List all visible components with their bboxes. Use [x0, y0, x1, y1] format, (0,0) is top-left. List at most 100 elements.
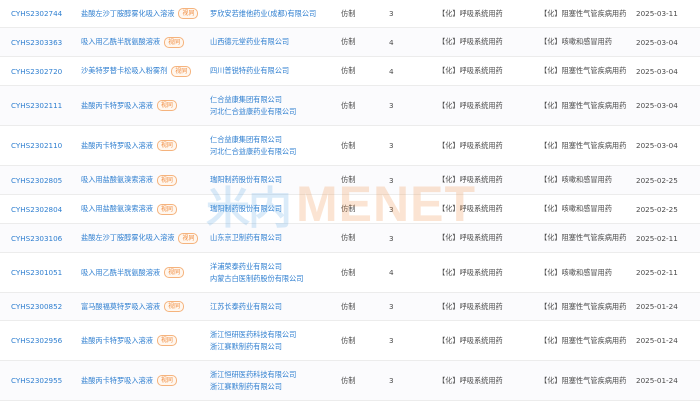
registration-class: 4: [389, 37, 394, 47]
drug-name-link[interactable]: 吸入用盐酸氨溴索溶液: [81, 175, 153, 185]
equivalent-badge: 视同: [156, 140, 177, 151]
drug-category: 【化】呼吸系统用药: [438, 66, 503, 75]
drug-name-link[interactable]: 吸入用乙酰半胱氨酸溶液: [81, 37, 160, 47]
application-type: 仿制: [341, 100, 356, 110]
table-row: CYHS2302805 吸入用盐酸氨溴索溶液 视同 瑞阳制药股份有限公司 仿制 3 【化】呼…: [0, 166, 700, 195]
drug-name-link[interactable]: 沙美特罗替卡松吸入粉雾剂: [81, 66, 167, 76]
company-cell: 瑞阳制药股份有限公司: [210, 166, 282, 194]
acceptance-code-link[interactable]: CYHS2300852: [11, 293, 62, 320]
registration-class: 3: [389, 302, 394, 311]
table-row: CYHS2302744 盐酸左沙丁胺醇雾化吸入溶液 视同 罗欣安若维他药业(成都)有限…: [0, 0, 700, 28]
registration-class: 3: [389, 101, 394, 110]
acceptance-code-link[interactable]: CYHS2302956: [11, 321, 62, 360]
equivalent-badge: 视同: [171, 65, 192, 77]
company-link[interactable]: 河北仁合益康药业有限公司: [210, 146, 296, 158]
company-link[interactable]: 内蒙古白医制药股份有限公司: [210, 273, 303, 285]
acceptance-code-link[interactable]: CYHS2302110: [11, 126, 62, 165]
company-link[interactable]: 浙江恒研医药科技有限公司: [210, 369, 296, 381]
acceptance-code-link[interactable]: CYHS2302805: [11, 166, 62, 194]
drug-name-link[interactable]: 盐酸丙卡特罗吸入溶液: [81, 376, 153, 386]
application-type: 仿制: [341, 66, 356, 75]
indication-category: 【化】咳嗽和感冒用药: [540, 267, 612, 277]
indication-category: 【化】阻塞性气管疾病用药: [540, 375, 627, 385]
approval-date: 2025-01-24: [636, 376, 678, 385]
registration-class: 3: [389, 9, 394, 18]
acceptance-code-link[interactable]: CYHS2301051: [11, 253, 62, 292]
acceptance-code-link[interactable]: CYHS2302804: [11, 195, 62, 223]
indication-category: 【化】阻塞性气管疾病用药: [540, 100, 627, 110]
company-cell: 仁合益康集团有限公司 河北仁合益康药业有限公司: [210, 126, 296, 165]
indication-category: 【化】咳嗽和感冒用药: [540, 37, 612, 46]
company-cell: 浙江恒研医药科技有限公司 浙江赛默制药有限公司: [210, 361, 296, 400]
registration-class: 3: [389, 376, 394, 385]
application-type: 仿制: [341, 375, 356, 385]
company-link[interactable]: 仁合益康集团有限公司: [210, 94, 282, 106]
table-row: CYHS2302955 盐酸丙卡特罗吸入溶液 视同 浙江恒研医药科技有限公司 浙江赛默制…: [0, 361, 700, 401]
drug-name-link[interactable]: 富马酸福莫特罗吸入溶液: [81, 302, 160, 312]
company-link[interactable]: 山东京卫制药有限公司: [210, 232, 282, 244]
registration-class: 4: [389, 66, 394, 76]
equivalent-badge: 视同: [156, 203, 177, 215]
company-link[interactable]: 瑞阳制药股份有限公司: [210, 203, 282, 215]
acceptance-code-link[interactable]: CYHS2302111: [11, 86, 62, 125]
company-cell: 浙江恒研医药科技有限公司 浙江赛默制药有限公司: [210, 321, 296, 360]
company-link[interactable]: 洋浦荣泰药业有限公司: [210, 261, 282, 273]
approval-date: 2025-03-04: [636, 141, 678, 150]
company-cell: 罗欣安若维他药业(成都)有限公司: [210, 0, 316, 27]
table-row: CYHS2303363 吸入用乙酰半胱氨酸溶液 视同 山西德元堂药业有限公司 仿制 4 【化…: [0, 28, 700, 57]
approval-date: 2025-03-04: [636, 101, 678, 110]
acceptance-code-link[interactable]: CYHS2302955: [11, 361, 62, 400]
table-row: CYHS2302956 盐酸丙卡特罗吸入溶液 视同 浙江恒研医药科技有限公司 浙江赛默制…: [0, 321, 700, 361]
table-row: CYHS2302111 盐酸丙卡特罗吸入溶液 视同 仁合益康集团有限公司 河北仁合益康药…: [0, 86, 700, 126]
company-link[interactable]: 浙江赛默制药有限公司: [210, 381, 282, 393]
application-type: 仿制: [341, 204, 356, 213]
drug-name-link[interactable]: 吸入用乙酰半胱氨酸溶液: [81, 268, 160, 278]
acceptance-code-link[interactable]: CYHS2303363: [11, 28, 62, 56]
company-link[interactable]: 四川普锐特药业有限公司: [210, 65, 289, 77]
approval-date: 2025-03-11: [636, 9, 678, 18]
approval-date: 2025-01-24: [636, 302, 678, 311]
company-link[interactable]: 仁合益康集团有限公司: [210, 134, 282, 146]
equivalent-badge: 视同: [164, 301, 185, 312]
acceptance-code-link[interactable]: CYHS2302720: [11, 57, 62, 85]
table-row: CYHS2300852 富马酸福莫特罗吸入溶液 视同 江苏长泰药业有限公司 仿制 3 【化】…: [0, 293, 700, 321]
application-type: 仿制: [341, 8, 356, 18]
drug-category: 【化】呼吸系统用药: [438, 267, 503, 277]
company-link[interactable]: 浙江赛默制药有限公司: [210, 341, 282, 353]
indication-category: 【化】咳嗽和感冒用药: [540, 175, 612, 184]
company-link[interactable]: 罗欣安若维他药业(成都)有限公司: [210, 8, 316, 20]
equivalent-badge: 视同: [156, 174, 177, 186]
equivalent-badge: 视同: [156, 100, 177, 111]
company-link[interactable]: 河北仁合益康药业有限公司: [210, 106, 296, 118]
drug-category: 【化】呼吸系统用药: [438, 204, 503, 213]
equivalent-badge: 视同: [156, 375, 177, 386]
drug-name-link[interactable]: 盐酸丙卡特罗吸入溶液: [81, 141, 153, 151]
drug-name-link[interactable]: 盐酸丙卡特罗吸入溶液: [81, 336, 153, 346]
company-link[interactable]: 山西德元堂药业有限公司: [210, 36, 289, 48]
indication-category: 【化】阻塞性气管疾病用药: [540, 301, 627, 311]
approval-date: 2025-02-25: [636, 204, 678, 214]
acceptance-code-link[interactable]: CYHS2303106: [11, 224, 62, 252]
table-row: CYHS2301051 吸入用乙酰半胱氨酸溶液 视同 洋浦荣泰药业有限公司 内蒙古白医制…: [0, 253, 700, 293]
drug-name-link[interactable]: 吸入用盐酸氨溴索溶液: [81, 204, 153, 214]
registration-class: 3: [389, 141, 394, 150]
drug-name-link[interactable]: 盐酸左沙丁胺醇雾化吸入溶液: [81, 9, 174, 19]
indication-category: 【化】阻塞性气管疾病用药: [540, 8, 627, 18]
drug-name-link[interactable]: 盐酸左沙丁胺醇雾化吸入溶液: [81, 233, 174, 243]
registration-class: 3: [389, 175, 394, 185]
table-row: CYHS2302804 吸入用盐酸氨溴索溶液 视同 瑞阳制药股份有限公司 仿制 3 【化】呼…: [0, 195, 700, 224]
company-cell: 仁合益康集团有限公司 河北仁合益康药业有限公司: [210, 86, 296, 125]
company-cell: 山西德元堂药业有限公司: [210, 28, 289, 56]
drug-name-link[interactable]: 盐酸丙卡特罗吸入溶液: [81, 101, 153, 111]
drug-category: 【化】呼吸系统用药: [438, 301, 503, 311]
approval-date: 2025-02-25: [636, 175, 678, 185]
company-link[interactable]: 瑞阳制药股份有限公司: [210, 174, 282, 186]
indication-category: 【化】阻塞性气管疾病用药: [540, 66, 627, 75]
company-link[interactable]: 浙江恒研医药科技有限公司: [210, 329, 296, 341]
company-link[interactable]: 江苏长泰药业有限公司: [210, 301, 282, 313]
registration-class: 3: [389, 204, 394, 214]
equivalent-badge: 视同: [164, 267, 185, 278]
acceptance-code-link[interactable]: CYHS2302744: [11, 0, 62, 27]
equivalent-badge: 视同: [164, 36, 185, 48]
application-type: 仿制: [341, 267, 356, 277]
